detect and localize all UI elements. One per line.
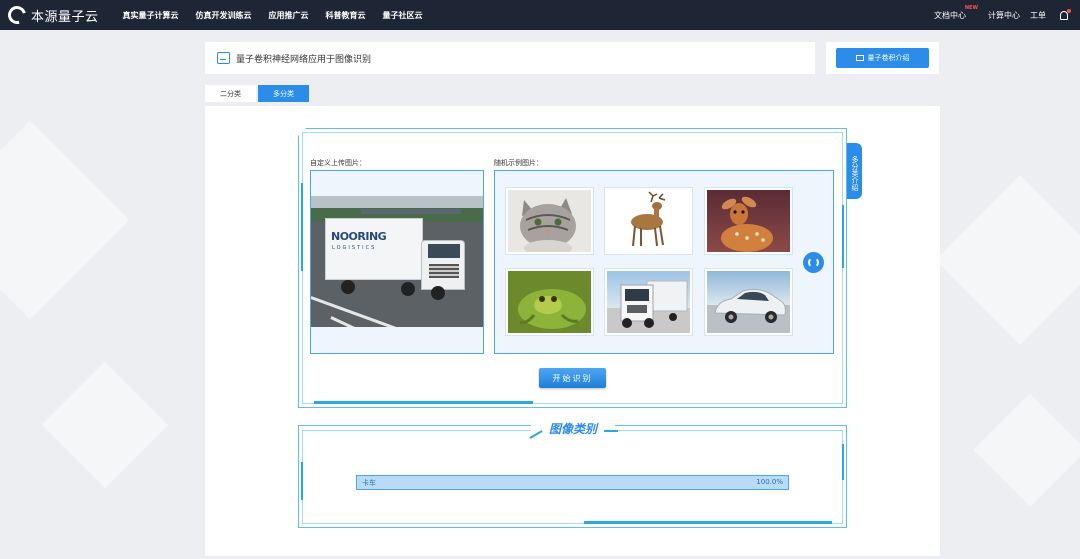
bell-icon[interactable] [1060, 8, 1071, 20]
refresh-icon [808, 257, 819, 268]
monitor-icon [217, 52, 230, 64]
tab-binary[interactable]: 二分类 [205, 85, 256, 102]
frame-accent [842, 444, 844, 480]
background-decor [0, 121, 129, 319]
thumbnail-image [607, 271, 690, 333]
refresh-examples-button[interactable] [803, 252, 824, 273]
uploaded-image: NOORING LOGISTICS [311, 196, 483, 327]
thumbnail-image [508, 271, 591, 333]
background-decor [41, 361, 169, 489]
frame-accent [314, 401, 533, 404]
cat-image [520, 198, 576, 252]
image-cab-window [428, 244, 460, 258]
top-navbar: 本源量子云 真实量子计算云 仿真开发训练云 应用推广云 科普教育云 量子社区云 … [0, 0, 1080, 30]
intro-card: 量子卷积介绍 [826, 42, 939, 74]
frog-image [518, 289, 586, 329]
multiclass-intro-tab[interactable]: 多分类介绍 [847, 143, 862, 199]
logo[interactable]: 本源量子云 [4, 2, 99, 28]
nav-right: 文档中心 NEW 计算中心 工单 [924, 0, 1071, 30]
image-wheel [401, 282, 415, 296]
page-title: 量子卷积神经网络应用于图像识别 [236, 54, 372, 65]
notification-dot [1067, 8, 1071, 13]
trailer-sub-text: LOGISTICS [332, 245, 377, 251]
new-badge: NEW [964, 4, 978, 11]
image-grille [429, 264, 459, 278]
thumbnail-deer-2[interactable] [704, 187, 793, 255]
thumbnail-image [707, 271, 790, 333]
main-nav: 真实量子计算云 仿真开发训练云 应用推广云 科普教育云 量子社区云 [123, 10, 440, 21]
nav-ticket-link[interactable]: 工单 [1030, 10, 1046, 21]
car-image [714, 288, 786, 323]
start-recognition-button[interactable]: 开始识别 [539, 368, 606, 388]
truck-thumb-image [620, 280, 688, 328]
frame-accent [301, 183, 303, 271]
image-trailer: NOORING LOGISTICS [325, 218, 423, 280]
qcnn-intro-label: 量子卷积介绍 [867, 54, 910, 62]
thumbnail-image [707, 190, 790, 252]
thumbnail-frog[interactable] [505, 268, 594, 336]
thumbnail-deer-1[interactable] [604, 187, 693, 255]
image-wheel [431, 286, 445, 300]
nav-item-community[interactable]: 量子社区云 [383, 10, 423, 21]
nav-item-simulation[interactable]: 仿真开发训练云 [196, 10, 252, 21]
nav-item-education[interactable]: 科普教育云 [326, 10, 366, 21]
classification-tabs: 二分类 多分类 [205, 85, 311, 102]
image-bridge [361, 209, 461, 214]
nav-item-application[interactable]: 应用推广云 [269, 10, 309, 21]
thumbnail-automobile[interactable] [704, 268, 793, 336]
frame-accent [301, 462, 303, 500]
logo-icon [4, 2, 30, 28]
nav-compute-link[interactable]: 计算中心 [988, 10, 1020, 21]
result-probability-value: 100.0% [756, 478, 783, 486]
thumbnail-image [607, 190, 690, 252]
app-name: 本源量子云 [31, 9, 99, 25]
thumbnail-image [508, 190, 591, 252]
random-examples-label: 随机示例图片： [494, 159, 543, 167]
result-title: 图像类别 [548, 422, 597, 436]
background-decor [973, 393, 1080, 507]
image-wheel [341, 280, 355, 294]
nav-item-real-quantum[interactable]: 真实量子计算云 [123, 10, 179, 21]
book-icon [855, 55, 864, 61]
thumbnail-truck[interactable] [604, 268, 693, 336]
page-title-card: 量子卷积神经网络应用于图像识别 [205, 42, 815, 74]
deer-image [631, 191, 666, 247]
result-class-label: 卡车 [362, 479, 376, 487]
upload-label: 自定义上传图片： [310, 159, 366, 167]
tab-multiclass[interactable]: 多分类 [258, 85, 309, 102]
frame-accent [584, 521, 832, 524]
qcnn-intro-button[interactable]: 量子卷积介绍 [836, 48, 929, 68]
nav-docs-link[interactable]: 文档中心 NEW [934, 5, 978, 21]
result-probability-bar: 卡车 100.0% [356, 475, 789, 490]
thumbnail-cat[interactable] [505, 187, 594, 255]
trailer-logo-text: NOORING [331, 230, 387, 243]
probability-fill [357, 476, 788, 489]
nav-docs-label: 文档中心 [934, 10, 966, 20]
frame-accent [842, 205, 844, 268]
fawn-image [721, 196, 773, 252]
background-decor [935, 175, 1080, 345]
